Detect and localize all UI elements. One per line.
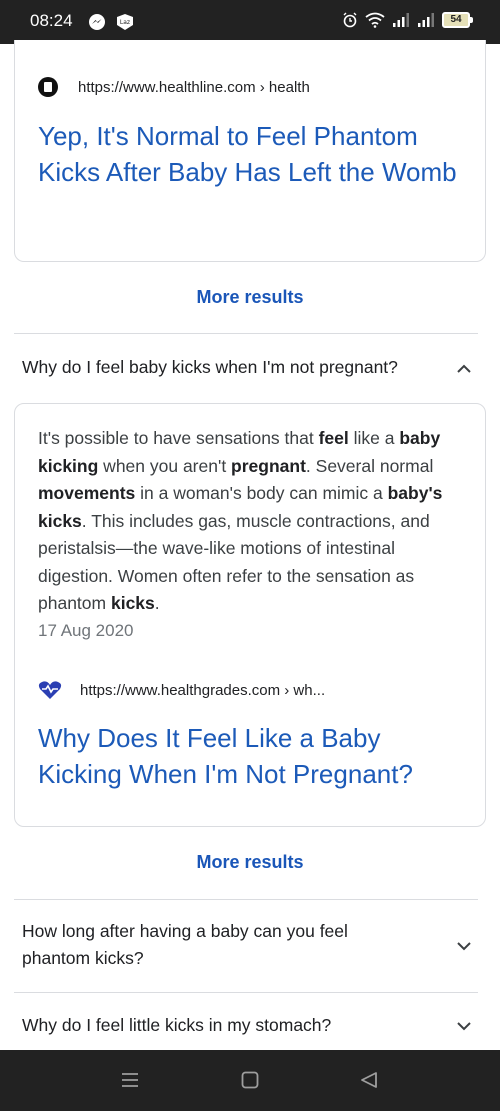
result-card-healthline: https://www.healthline.com › health Yep,… bbox=[14, 40, 486, 262]
lazada-icon: Laz bbox=[117, 14, 133, 30]
chevron-down-icon[interactable] bbox=[456, 1018, 472, 1034]
chevron-up-icon[interactable] bbox=[456, 361, 472, 377]
signal-icon bbox=[393, 13, 409, 27]
faq-answer-text: It's possible to have sensations that fe… bbox=[38, 428, 443, 613]
healthgrades-heart-icon bbox=[38, 681, 62, 699]
alarm-icon bbox=[343, 12, 357, 28]
more-results-button-2[interactable]: More results bbox=[0, 852, 500, 873]
status-time: 08:24 bbox=[30, 11, 73, 30]
faq-question-2[interactable]: How long after having a baby can you fee… bbox=[22, 918, 402, 972]
back-icon[interactable] bbox=[360, 1071, 378, 1089]
faq-answer-card: It's possible to have sensations that fe… bbox=[14, 403, 486, 827]
status-bar: 08:24 Laz 54 bbox=[0, 0, 500, 44]
menu-icon[interactable] bbox=[121, 1071, 139, 1089]
more-results-button[interactable]: More results bbox=[0, 287, 500, 308]
faq-source[interactable]: https://www.healthgrades.com › wh... bbox=[38, 680, 325, 700]
divider bbox=[14, 333, 478, 334]
chevron-down-icon[interactable] bbox=[456, 938, 472, 954]
svg-text:Laz: Laz bbox=[120, 19, 130, 26]
messenger-icon bbox=[89, 14, 105, 30]
healthline-favicon-icon bbox=[38, 77, 58, 97]
faq-question-1[interactable]: Why do I feel baby kicks when I'm not pr… bbox=[22, 354, 422, 381]
faq-source-title-link[interactable]: Why Does It Feel Like a Baby Kicking Whe… bbox=[38, 720, 468, 792]
divider bbox=[14, 899, 478, 900]
divider bbox=[14, 992, 478, 993]
system-nav-bar bbox=[0, 1050, 500, 1111]
home-icon[interactable] bbox=[241, 1071, 259, 1089]
result-source[interactable]: https://www.healthline.com › health bbox=[38, 77, 310, 97]
faq-answer-date: 17 Aug 2020 bbox=[38, 621, 134, 640]
result-title-link[interactable]: Yep, It's Normal to Feel Phantom Kicks A… bbox=[38, 118, 468, 190]
wifi-icon bbox=[365, 12, 385, 28]
faq-question-3[interactable]: Why do I feel little kicks in my stomach… bbox=[22, 1012, 422, 1039]
result-url: https://www.healthline.com › health bbox=[78, 78, 310, 96]
signal-icon-2 bbox=[418, 13, 434, 27]
faq-source-url: https://www.healthgrades.com › wh... bbox=[80, 681, 326, 699]
battery-icon: 54 bbox=[442, 12, 473, 28]
